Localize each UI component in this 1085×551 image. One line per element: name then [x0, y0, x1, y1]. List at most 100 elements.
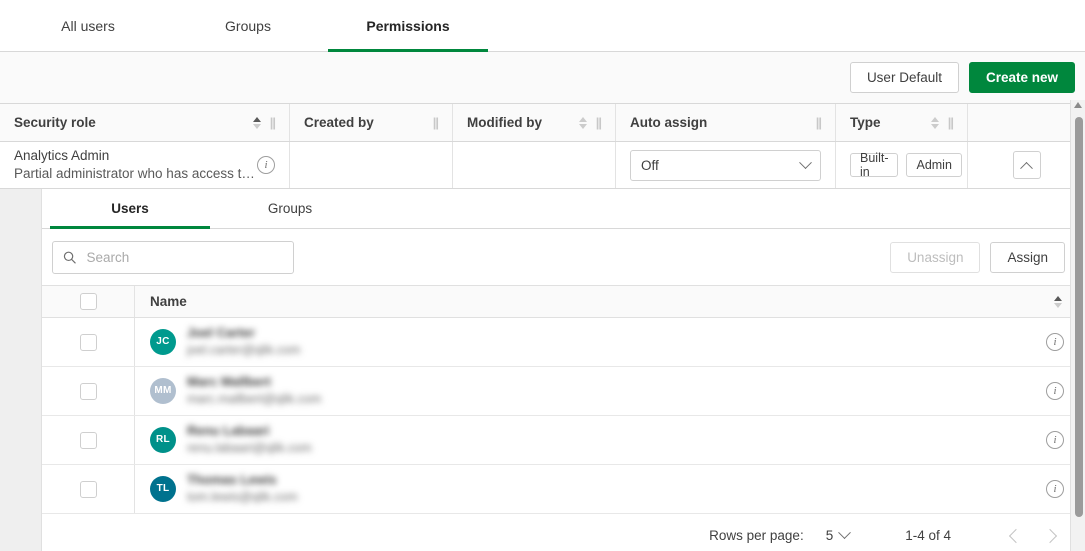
user-cell: MM Marc Mallbert marc.mallbert@qlik.com [135, 374, 1025, 407]
create-new-label: Create new [986, 70, 1058, 85]
tab-panel-users[interactable]: Users [50, 189, 210, 228]
user-email: marc.mallbert@qlik.com [187, 391, 321, 407]
column-resize-handle[interactable]: || [270, 115, 275, 130]
role-description: Partial administrator who has access t… [14, 165, 255, 183]
sort-icon[interactable] [930, 117, 940, 129]
assign-label: Assign [1007, 250, 1048, 265]
auto-assign-cell: Off [616, 142, 836, 188]
column-header-created-by-label: Created by [304, 115, 425, 130]
row-checkbox[interactable] [80, 334, 97, 351]
avatar: RL [150, 427, 176, 453]
panel-tab-bar: Users Groups [42, 189, 1085, 229]
scrollbar-thumb[interactable] [1075, 117, 1083, 517]
tab-panel-groups-label: Groups [268, 201, 312, 216]
users-table-header: Name [42, 285, 1085, 318]
user-cell: RL Renu Labaari renu.labaari@qlik.com [135, 423, 1025, 456]
vertical-scrollbar[interactable] [1070, 100, 1085, 551]
search-input[interactable] [85, 249, 284, 266]
tab-groups[interactable]: Groups [168, 0, 328, 51]
row-select-cell [42, 416, 135, 464]
tab-groups-label: Groups [225, 18, 271, 34]
avatar: MM [150, 378, 176, 404]
auto-assign-value: Off [641, 158, 659, 173]
user-email: joel.carter@qlik.com [187, 342, 300, 358]
main-tab-bar: All users Groups Permissions [0, 0, 1085, 52]
column-resize-handle[interactable]: || [433, 115, 438, 130]
info-icon[interactable]: i [1046, 333, 1064, 351]
role-row-analytics-admin[interactable]: Analytics Admin Partial administrator wh… [0, 142, 1085, 189]
user-default-label: User Default [867, 70, 942, 85]
info-icon[interactable]: i [1046, 382, 1064, 400]
column-header-type-label: Type [850, 115, 924, 130]
column-header-security-role[interactable]: Security role || [0, 104, 290, 141]
table-row[interactable]: MM Marc Mallbert marc.mallbert@qlik.com … [42, 367, 1085, 416]
table-row[interactable]: TL Thomas Lewis tom.lewis@qlik.com i [42, 465, 1085, 514]
chevron-up-icon [1020, 161, 1033, 174]
user-name: Renu Labaari [187, 423, 312, 440]
scroll-up-arrow-icon[interactable] [1074, 102, 1082, 108]
sort-icon[interactable] [578, 117, 588, 129]
roles-table-header: Security role || Created by || Modified … [0, 104, 1085, 142]
info-icon[interactable]: i [1046, 431, 1064, 449]
column-header-type[interactable]: Type || [836, 104, 968, 141]
collapse-row-button[interactable] [1013, 151, 1041, 179]
panel-action-bar: Unassign Assign [42, 229, 1085, 285]
row-checkbox[interactable] [80, 383, 97, 400]
user-email: tom.lewis@qlik.com [187, 489, 298, 505]
column-resize-handle[interactable]: || [816, 115, 821, 130]
panel-body: Users Groups [41, 189, 1085, 551]
row-select-cell [42, 318, 135, 366]
modified-by-cell [453, 142, 616, 188]
column-header-auto-assign[interactable]: Auto assign || [616, 104, 836, 141]
rows-per-page-select[interactable]: 5 [826, 528, 850, 543]
column-header-name-label: Name [150, 294, 187, 309]
table-row[interactable]: JC Joel Carter joel.carter@qlik.com i [42, 318, 1085, 367]
tab-all-users[interactable]: All users [8, 0, 168, 51]
search-box[interactable] [52, 241, 294, 274]
assign-button[interactable]: Assign [990, 242, 1065, 273]
table-row[interactable]: RL Renu Labaari renu.labaari@qlik.com i [42, 416, 1085, 465]
column-header-modified-by[interactable]: Modified by || [453, 104, 616, 141]
column-resize-handle[interactable]: || [596, 115, 601, 130]
column-header-security-role-label: Security role [14, 115, 246, 130]
select-all-cell [42, 286, 135, 317]
user-name: Marc Mallbert [187, 374, 321, 391]
create-new-button[interactable]: Create new [969, 62, 1075, 93]
row-select-cell [42, 465, 135, 513]
tab-permissions[interactable]: Permissions [328, 0, 488, 51]
pagination-range: 1-4 of 4 [905, 528, 951, 543]
type-tag-built-in: Built-in [850, 153, 898, 177]
row-checkbox[interactable] [80, 432, 97, 449]
row-checkbox[interactable] [80, 481, 97, 498]
user-default-button[interactable]: User Default [850, 62, 959, 93]
column-header-modified-by-label: Modified by [467, 115, 572, 130]
select-all-checkbox[interactable] [80, 293, 97, 310]
column-resize-handle[interactable]: || [948, 115, 953, 130]
tab-panel-users-label: Users [111, 201, 149, 216]
created-by-cell [290, 142, 453, 188]
tab-all-users-label: All users [61, 18, 115, 34]
column-header-auto-assign-label: Auto assign [630, 115, 808, 130]
sort-icon[interactable] [1053, 296, 1063, 308]
row-actions-cell [968, 142, 1085, 188]
user-email: renu.labaari@qlik.com [187, 440, 312, 456]
permissions-page: All users Groups Permissions User Defaul… [0, 0, 1085, 551]
column-header-created-by[interactable]: Created by || [290, 104, 453, 141]
user-cell: TL Thomas Lewis tom.lewis@qlik.com [135, 472, 1025, 505]
avatar: JC [150, 329, 176, 355]
tab-permissions-label: Permissions [366, 18, 449, 34]
role-name: Analytics Admin [14, 147, 255, 165]
unassign-button[interactable]: Unassign [890, 242, 980, 273]
previous-page-button[interactable] [999, 519, 1033, 551]
auto-assign-select[interactable]: Off [630, 150, 821, 181]
info-icon[interactable]: i [257, 156, 275, 174]
user-identity: Joel Carter joel.carter@qlik.com [187, 325, 300, 358]
info-icon[interactable]: i [1046, 480, 1064, 498]
row-select-cell [42, 367, 135, 415]
chevron-left-icon [1009, 528, 1023, 542]
sort-ascending-icon[interactable] [252, 117, 262, 129]
tab-panel-groups[interactable]: Groups [210, 189, 370, 228]
column-header-name[interactable]: Name [135, 294, 1025, 309]
next-page-button[interactable] [1033, 519, 1067, 551]
rows-per-page-label: Rows per page: [709, 528, 804, 543]
